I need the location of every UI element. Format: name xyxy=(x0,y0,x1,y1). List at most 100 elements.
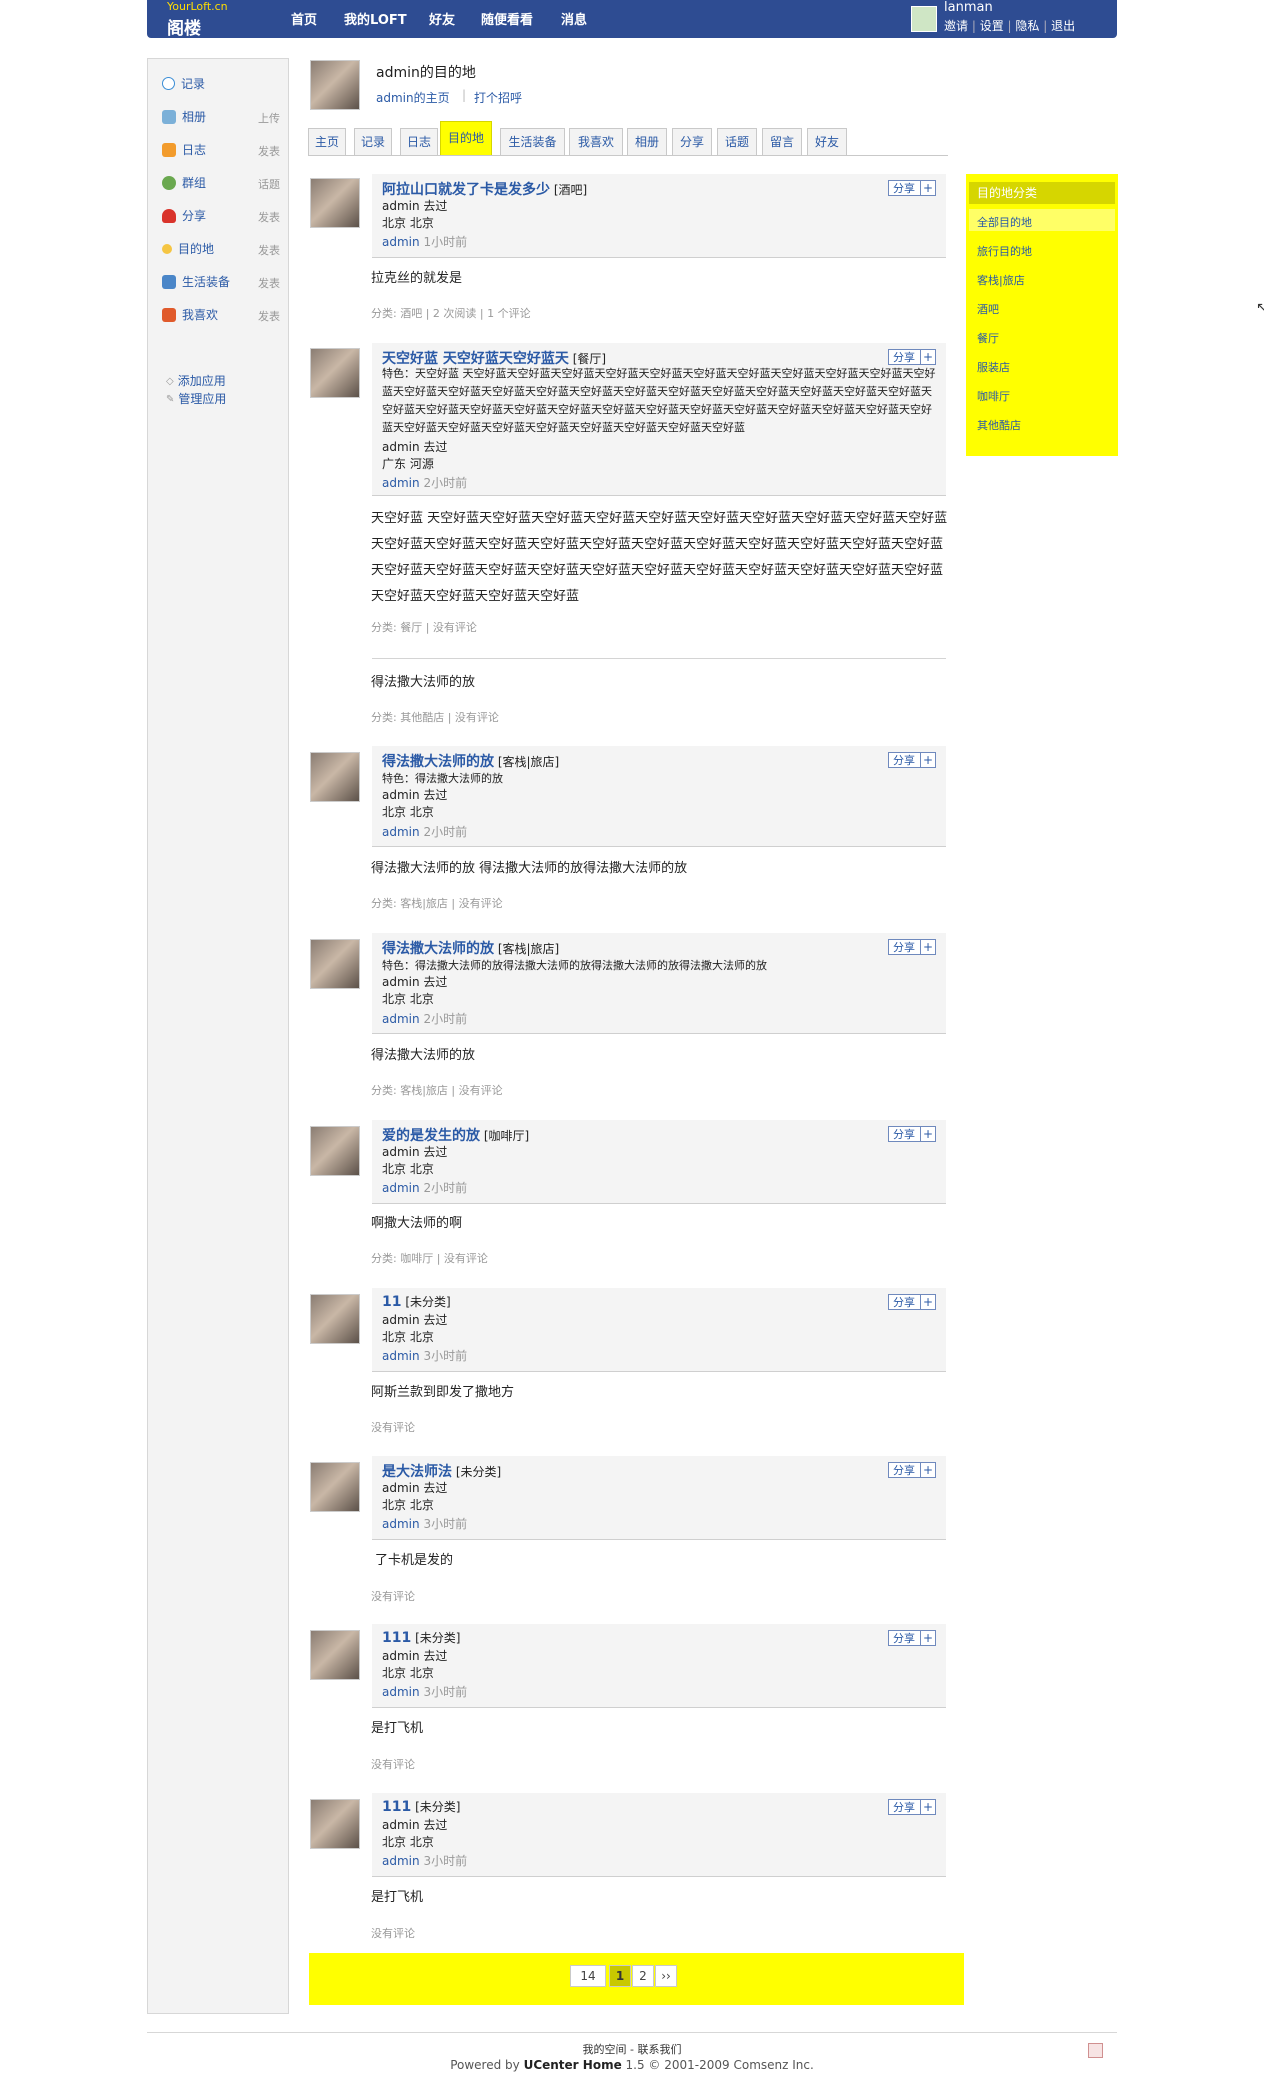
tab-share[interactable]: 分享 xyxy=(672,128,712,156)
pager-next[interactable]: ›› xyxy=(655,1965,677,1987)
gear-post-link[interactable]: 发表 xyxy=(258,275,280,291)
sidebar-item-blog[interactable]: 日志 发表 xyxy=(162,141,280,159)
nav-home[interactable]: 首页 xyxy=(291,9,317,28)
share-post-link[interactable]: 发表 xyxy=(258,209,280,225)
category-item-travel[interactable]: 旅行目的地 xyxy=(977,243,1032,259)
profile-avatar[interactable] xyxy=(310,60,360,110)
post-author[interactable]: admin xyxy=(382,1685,420,1699)
post-header: 天空好蓝 天空好蓝天空好蓝天 [餐厅] 特色：天空好蓝 天空好蓝天空好蓝天空好蓝… xyxy=(372,343,946,496)
post-avatar[interactable] xyxy=(310,1462,360,1512)
category-item-bar[interactable]: 酒吧 xyxy=(977,301,999,317)
share-button[interactable]: 分享 + xyxy=(888,1126,936,1142)
post-author[interactable]: admin xyxy=(382,1854,420,1868)
sidebar-item-gear[interactable]: 生活装备 发表 xyxy=(162,273,280,291)
footer-divider xyxy=(147,2032,1117,2033)
album-upload-link[interactable]: 上传 xyxy=(258,110,280,126)
logo-english[interactable]: YourLoft.cn xyxy=(167,0,228,13)
sidebar-item-share[interactable]: 分享 发表 xyxy=(162,207,280,225)
share-button[interactable]: 分享 + xyxy=(888,1630,936,1646)
category-item-other[interactable]: 其他酷店 xyxy=(977,417,1021,433)
tab-records[interactable]: 记录 xyxy=(354,128,392,156)
tab-topics[interactable]: 话题 xyxy=(717,128,757,156)
post-avatar[interactable] xyxy=(310,1126,360,1176)
share-button[interactable]: 分享 + xyxy=(888,1799,936,1815)
logout-link[interactable]: 退出 xyxy=(1051,19,1075,33)
post-place: 北京 北京 xyxy=(382,805,434,819)
tab-likes[interactable]: 我喜欢 xyxy=(569,128,623,156)
tab-friends[interactable]: 好友 xyxy=(807,128,847,156)
post-avatar[interactable] xyxy=(310,1630,360,1680)
post-avatar[interactable] xyxy=(310,1294,360,1344)
powered-brand[interactable]: UCenter Home xyxy=(524,2058,622,2072)
tab-gear[interactable]: 生活装备 xyxy=(500,128,565,156)
post-avatar[interactable] xyxy=(310,178,360,228)
invite-link[interactable]: 邀请 xyxy=(944,19,968,33)
share-button[interactable]: 分享 + xyxy=(888,1294,936,1310)
sidebar-item-records[interactable]: 记录 xyxy=(162,75,280,93)
tab-blog[interactable]: 日志 xyxy=(400,128,438,156)
share-button[interactable]: 分享 + xyxy=(888,1462,936,1478)
post-title[interactable]: 阿拉山口就发了卡是发多少 xyxy=(382,182,550,198)
post-title[interactable]: 得法撒大法师的放 xyxy=(382,754,494,770)
tab-destination[interactable]: 目的地 xyxy=(440,121,492,156)
tab-home[interactable]: 主页 xyxy=(308,128,346,156)
share-button[interactable]: 分享 + xyxy=(888,752,936,768)
destination-post-link[interactable]: 发表 xyxy=(258,242,280,258)
settings-link[interactable]: 设置 xyxy=(980,19,1004,33)
sidebar-item-destination[interactable]: 目的地 发表 xyxy=(162,240,280,258)
nav-friends[interactable]: 好友 xyxy=(429,9,455,28)
post-author[interactable]: admin xyxy=(382,476,420,490)
category-item-restaurant[interactable]: 餐厅 xyxy=(977,330,999,346)
footer-links[interactable]: 我的空间 - 联系我们 xyxy=(147,2041,1117,2057)
greet-link[interactable]: 打个招呼 xyxy=(474,89,522,106)
post-title[interactable]: 爱的是发生的放 xyxy=(382,1128,480,1144)
nav-my-loft[interactable]: 我的LOFT xyxy=(344,9,407,28)
post-author[interactable]: admin xyxy=(382,1012,420,1026)
post-author[interactable]: admin xyxy=(382,1349,420,1363)
post-author[interactable]: admin xyxy=(382,1181,420,1195)
share-button[interactable]: 分享 + xyxy=(888,180,936,196)
sidebar-item-album[interactable]: 相册 上传 xyxy=(162,108,280,126)
share-button[interactable]: 分享 + xyxy=(888,349,936,365)
home-link[interactable]: admin的主页 xyxy=(376,89,450,106)
tab-album[interactable]: 相册 xyxy=(627,128,667,156)
home-icon[interactable] xyxy=(1088,2043,1103,2058)
privacy-link[interactable]: 隐私 xyxy=(1015,19,1039,33)
post-author[interactable]: admin xyxy=(382,825,420,839)
post-time: 3小时前 xyxy=(423,1517,468,1531)
post-title[interactable]: 11 xyxy=(382,1294,401,1310)
pager-page-2[interactable]: 2 xyxy=(632,1965,654,1987)
post-title[interactable]: 111 xyxy=(382,1799,411,1815)
category-item-clothing[interactable]: 服装店 xyxy=(977,359,1010,375)
user-avatar[interactable] xyxy=(911,6,937,32)
post-title[interactable]: 是大法师法 xyxy=(382,1464,452,1480)
post-category: [咖啡厅] xyxy=(483,1129,530,1143)
sidebar-item-likes[interactable]: 我喜欢 发表 xyxy=(162,306,280,324)
post-avatar[interactable] xyxy=(310,939,360,989)
nav-browse[interactable]: 随便看看 xyxy=(481,9,533,28)
likes-post-link[interactable]: 发表 xyxy=(258,308,280,324)
post-author[interactable]: admin xyxy=(382,235,420,249)
post-body: 得法撒大法师的放 xyxy=(371,1048,476,1063)
blog-post-link[interactable]: 发表 xyxy=(258,143,280,159)
groups-topic-link[interactable]: 话题 xyxy=(258,176,280,192)
logo-chinese[interactable]: 阁楼 xyxy=(167,14,201,39)
sidebar-item-groups[interactable]: 群组 话题 xyxy=(162,174,280,192)
add-app-link[interactable]: ◇ 添加应用 xyxy=(166,372,284,390)
manage-app-link[interactable]: ✎ 管理应用 xyxy=(166,390,284,408)
post-avatar[interactable] xyxy=(310,1799,360,1849)
category-item-cafe[interactable]: 咖啡厅 xyxy=(977,388,1010,404)
category-item-all[interactable]: 全部目的地 xyxy=(977,214,1032,230)
pager-page-1[interactable]: 1 xyxy=(609,1965,631,1987)
post-title[interactable]: 得法撒大法师的放 xyxy=(382,941,494,957)
post-avatar[interactable] xyxy=(310,348,360,398)
plus-icon: + xyxy=(920,940,935,954)
post-author[interactable]: admin xyxy=(382,1517,420,1531)
post-title[interactable]: 111 xyxy=(382,1630,411,1646)
share-button[interactable]: 分享 + xyxy=(888,939,936,955)
category-item-inn[interactable]: 客栈|旅店 xyxy=(977,272,1025,288)
nav-messages[interactable]: 消息 xyxy=(561,9,587,28)
post-avatar[interactable] xyxy=(310,752,360,802)
tab-guestbook[interactable]: 留言 xyxy=(762,128,802,156)
username[interactable]: lanman xyxy=(944,0,993,15)
